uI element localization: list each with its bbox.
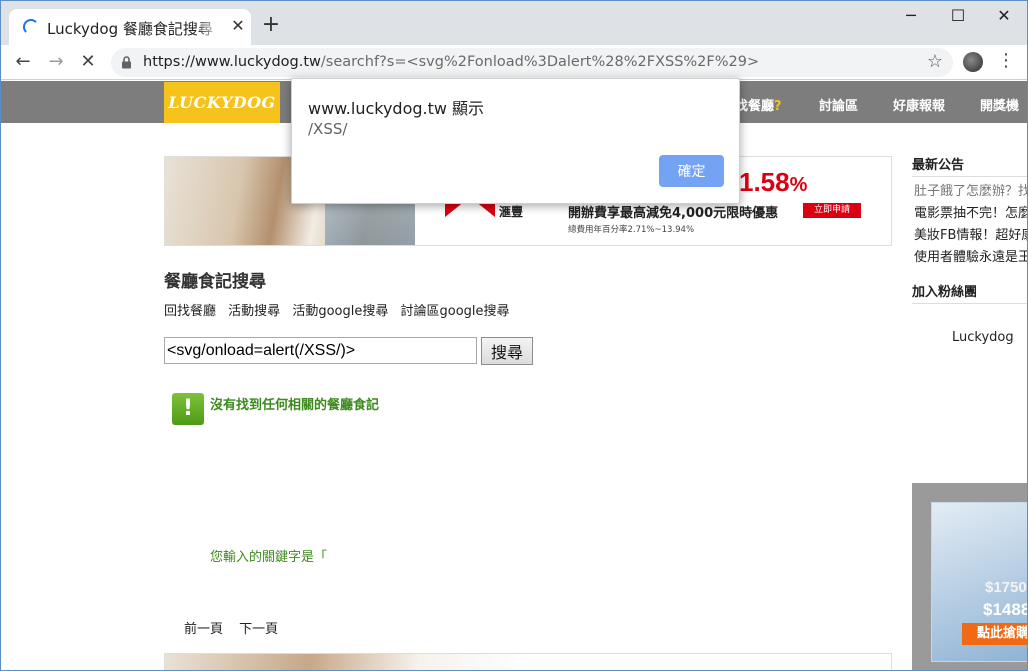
search-sublinks: 回找餐廳 活動搜尋 活動google搜尋 討論區google搜尋: [164, 300, 518, 319]
close-window-button[interactable]: ✕: [981, 1, 1027, 31]
page-title: 餐廳食記搜尋: [164, 272, 266, 292]
nav-lottery[interactable]: 開獎機: [980, 95, 1019, 114]
new-tab-button[interactable]: +: [259, 13, 283, 37]
fans-page-name[interactable]: Luckydog: [952, 330, 1014, 345]
banner-fineprint: 總費用年百分率2.71%~13.94%: [568, 225, 695, 235]
minimize-button[interactable]: ─: [888, 1, 934, 31]
search-input[interactable]: [164, 337, 477, 364]
nav-find-restaurant-label: 找餐廳: [735, 99, 775, 114]
banner-rate-unit: %: [789, 174, 808, 196]
dialog-title: www.luckydog.tw 顯示: [308, 99, 485, 118]
url-text[interactable]: https://www.luckydog.tw/searchf?s=<svg%2…: [143, 54, 759, 70]
banner-promo: 開辦費享最高減免4,000元限時優惠: [568, 206, 779, 221]
no-results-text: 沒有找到任何相關的餐廳食記: [210, 398, 380, 413]
prev-page-link[interactable]: 前一頁: [184, 622, 223, 637]
bottom-ad-banner[interactable]: [164, 653, 892, 670]
tab-strip: Luckydog 餐廳食記搜尋 - Luckydog ✕ + ─ ☐ ✕: [1, 1, 1027, 45]
link-forum-google-search[interactable]: 討論區google搜尋: [400, 304, 509, 319]
nav-forum[interactable]: 討論區: [819, 95, 858, 114]
keyword-message: 您輸入的關鍵字是「: [210, 550, 328, 565]
search-button[interactable]: 搜尋: [481, 337, 533, 365]
site-logo[interactable]: LUCKYDOG: [164, 82, 280, 123]
browser-menu-icon[interactable]: ⋮: [997, 50, 1015, 71]
dialog-ok-button[interactable]: 確定: [659, 155, 724, 187]
loading-spinner-icon: [23, 19, 39, 35]
news-item[interactable]: 肚子餓了怎麼辦？找: [914, 180, 1027, 199]
fans-divider: [912, 303, 1027, 304]
banner-apply-button[interactable]: 立即申請: [803, 203, 861, 218]
nav-deals[interactable]: 好康報報: [893, 95, 945, 114]
link-back-to-restaurants[interactable]: 回找餐廳: [164, 304, 216, 319]
news-heading: 最新公告: [912, 158, 965, 173]
news-item[interactable]: 使用者體驗永遠是王: [914, 246, 1027, 265]
no-results-notice: ! 沒有找到任何相關的餐廳食記: [164, 387, 404, 427]
ad-original-price: $1750: [985, 579, 1027, 596]
exclamation-icon: !: [172, 393, 204, 425]
profile-avatar[interactable]: [963, 52, 983, 72]
banner-rate-value: 1.58: [739, 167, 790, 197]
tab-active[interactable]: Luckydog 餐廳食記搜尋 - Luckydog ✕: [9, 9, 251, 45]
next-page-link[interactable]: 下一頁: [239, 622, 278, 637]
news-divider: [912, 176, 1027, 177]
back-button[interactable]: ←: [10, 49, 36, 75]
ad-sale-price: $1488: [983, 600, 1027, 619]
dialog-message: /XSS/: [308, 120, 348, 138]
banner-rate: 1.58%: [739, 167, 807, 198]
news-item[interactable]: 電影票抽不完！怎麼: [914, 202, 1027, 221]
alert-dialog: www.luckydog.tw 顯示 /XSS/ 確定: [291, 78, 740, 204]
stop-button[interactable]: ✕: [75, 49, 101, 75]
browser-window: Luckydog 餐廳食記搜尋 - Luckydog ✕ + ─ ☐ ✕ ← →…: [0, 0, 1028, 671]
ad-buy-button[interactable]: 點此搶購: [962, 623, 1027, 645]
bookmark-star-icon[interactable]: ☆: [927, 51, 943, 72]
tab-title: Luckydog 餐廳食記搜尋 - Luckydog: [47, 20, 219, 38]
url-host: https://www.luckydog.tw: [143, 54, 321, 70]
tab-title-fade: [197, 17, 221, 37]
browser-toolbar: ← → ✕ https://www.luckydog.tw/searchf?s=…: [1, 45, 1027, 80]
fans-heading: 加入粉絲團: [912, 285, 978, 300]
sidebar-ad[interactable]: $1750 $1488 點此搶購: [912, 483, 1027, 670]
maximize-button[interactable]: ☐: [935, 1, 981, 31]
nav-find-restaurant-suffix: ?: [774, 99, 782, 114]
tab-close-icon[interactable]: ✕: [229, 17, 247, 35]
address-bar[interactable]: https://www.luckydog.tw/searchf?s=<svg%2…: [111, 48, 953, 77]
lock-icon: [122, 56, 131, 69]
link-event-google-search[interactable]: 活動google搜尋: [292, 304, 388, 319]
nav-find-restaurant[interactable]: 找餐廳?: [735, 95, 782, 114]
news-item[interactable]: 美妝FB情報！超好康: [914, 224, 1027, 243]
url-path: /searchf?s=<svg%2Fonload%3Dalert%28%2FXS…: [320, 54, 760, 70]
link-event-search[interactable]: 活動搜尋: [228, 304, 280, 319]
pager: 前一頁 下一頁: [184, 618, 290, 637]
forward-button[interactable]: →: [43, 49, 69, 75]
banner-brand: 滙豐: [499, 205, 524, 219]
